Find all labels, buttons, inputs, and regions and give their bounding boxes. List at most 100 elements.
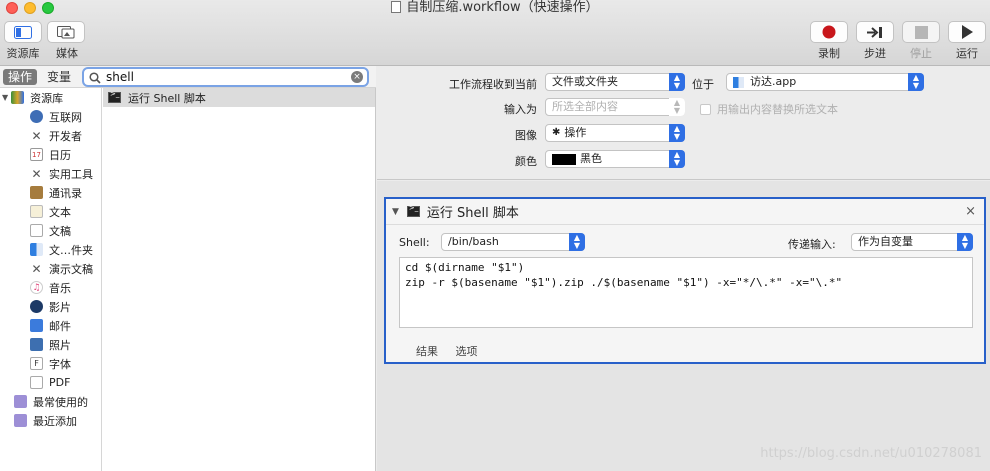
library-item-movies[interactable]: 影片 xyxy=(30,297,71,316)
search-input[interactable]: shell xyxy=(106,70,134,84)
disclosure-triangle-icon[interactable]: ▼ xyxy=(2,93,8,102)
workflow-area: ▼ 运行 Shell 脚本 × Shell: /bin/bash ▲▼ 传递输入:… xyxy=(377,181,990,471)
library-button[interactable] xyxy=(4,21,42,43)
stop-label: 停止 xyxy=(910,47,932,60)
popup-arrows-icon: ▲ ▼ xyxy=(669,124,685,142)
library-item-pdf[interactable]: PDF xyxy=(30,373,70,392)
recently-added-label: 最近添加 xyxy=(33,414,77,428)
popup-arrows-icon: ▲ ▼ xyxy=(669,98,685,116)
collapse-triangle-icon[interactable]: ▼ xyxy=(392,207,399,217)
library-label: 资源库 xyxy=(6,47,40,60)
library-root[interactable]: ▼ 资源库 xyxy=(2,88,63,107)
most-used-item[interactable]: 最常使用的 xyxy=(14,392,88,411)
recently-added-item[interactable]: 最近添加 xyxy=(14,411,77,430)
replace-label: 用输出内容替换所选文本 xyxy=(717,103,838,116)
popup-arrows-icon: ▲ ▼ xyxy=(669,73,685,91)
library-pane: 操作 变量 shell × ▼ 资源库 互联网 ✕ 开发者 17 日历 ✕ 实用工具 … xyxy=(0,66,376,471)
library-item-label: 演示文稿 xyxy=(49,262,93,276)
calendar-icon: 17 xyxy=(30,148,43,161)
record-button[interactable] xyxy=(810,21,848,43)
popup-arrows-icon: ▲ ▼ xyxy=(908,73,924,91)
smart-folder-icon xyxy=(14,414,27,427)
tab-variables[interactable]: 变量 xyxy=(42,69,76,85)
library-item-fonts[interactable]: F 字体 xyxy=(30,354,71,373)
image-value: 操作 xyxy=(564,126,587,139)
close-icon[interactable]: × xyxy=(965,204,976,219)
record-icon xyxy=(822,25,836,39)
clear-search-icon[interactable]: × xyxy=(351,71,363,83)
library-item-photos[interactable]: 照片 xyxy=(30,335,71,354)
text-document-icon xyxy=(30,205,43,218)
image-popup[interactable]: ✱ 操作 ▲ ▼ xyxy=(545,124,685,142)
library-item-documents[interactable]: 文稿 xyxy=(30,221,71,240)
action-list: 运行 Shell 脚本 xyxy=(103,88,375,471)
library-item-presentations[interactable]: ✕ 演示文稿 xyxy=(30,259,93,278)
library-item-calendar[interactable]: 17 日历 xyxy=(30,145,71,164)
library-item-files-folders[interactable]: 文…件夹 xyxy=(30,240,93,259)
library-item-label: 字体 xyxy=(49,357,71,371)
library-item-developer[interactable]: ✕ 开发者 xyxy=(30,126,82,145)
most-used-label: 最常使用的 xyxy=(33,395,88,409)
step-button[interactable] xyxy=(856,21,894,43)
record-label: 录制 xyxy=(818,47,840,60)
music-note-icon: ♫ xyxy=(30,281,43,294)
receives-popup[interactable]: 文件或文件夹 ▲ ▼ xyxy=(545,73,685,91)
results-tab[interactable]: 结果 xyxy=(416,345,438,358)
library-item-label: 文…件夹 xyxy=(49,243,93,257)
gear-icon: ✱ xyxy=(552,127,561,138)
shell-label: Shell: xyxy=(399,236,430,249)
window-toolbar: 自制压缩.workflow（快速操作） 资源库 媒体 录制 步进 停止 运行 xyxy=(0,0,990,66)
color-value: 黑色 xyxy=(580,152,602,165)
library-item-internet[interactable]: 互联网 xyxy=(30,107,82,126)
color-label: 颜色 xyxy=(515,155,537,168)
library-item-label: PDF xyxy=(49,376,71,389)
library-item-label: 文稿 xyxy=(49,224,71,238)
replace-option[interactable]: 用输出内容替换所选文本 xyxy=(700,101,838,117)
search-icon xyxy=(89,72,101,84)
pass-input-label: 传递输入: xyxy=(788,238,836,251)
library-root-label: 资源库 xyxy=(30,91,64,105)
library-item-music[interactable]: ♫ 音乐 xyxy=(30,278,71,297)
action-footer: 结果 选项 xyxy=(416,343,478,359)
in-popup[interactable]: 访达.app ▲ ▼ xyxy=(726,73,924,91)
library-item-mail[interactable]: 邮件 xyxy=(30,316,71,335)
input-value: 所选全部内容 xyxy=(552,100,618,113)
script-editor[interactable]: cd $(dirname "$1") zip -r $(basename "$1"… xyxy=(399,257,973,328)
play-icon xyxy=(961,25,973,39)
library-item-text[interactable]: 文本 xyxy=(30,202,71,221)
run-button[interactable] xyxy=(948,21,986,43)
library-item-label: 影片 xyxy=(49,300,71,314)
mail-icon xyxy=(30,319,43,332)
library-item-contacts[interactable]: 通讯录 xyxy=(30,183,82,202)
options-tab[interactable]: 选项 xyxy=(456,345,478,358)
tools-icon: ✕ xyxy=(31,261,42,276)
library-header: 操作 变量 shell × xyxy=(0,66,376,88)
library-item-utilities[interactable]: ✕ 实用工具 xyxy=(30,164,93,183)
image-label: 图像 xyxy=(515,129,537,142)
font-icon: F xyxy=(30,357,43,370)
library-item-label: 邮件 xyxy=(49,319,71,333)
media-icon xyxy=(57,25,75,38)
run-shell-script-action[interactable]: ▼ 运行 Shell 脚本 × Shell: /bin/bash ▲▼ 传递输入:… xyxy=(384,197,986,364)
smart-folder-icon xyxy=(14,395,27,408)
window-title: 自制压缩.workflow（快速操作） xyxy=(0,0,990,16)
library-tree: ▼ 资源库 互联网 ✕ 开发者 17 日历 ✕ 实用工具 通讯录 文本 文稿 文…件夹… xyxy=(0,88,102,471)
action-title: 运行 Shell 脚本 xyxy=(426,206,519,221)
receives-value: 文件或文件夹 xyxy=(552,75,618,88)
color-popup[interactable]: 黑色 ▲ ▼ xyxy=(545,150,685,168)
library-item-label: 文本 xyxy=(49,205,71,219)
replace-checkbox[interactable] xyxy=(700,103,711,115)
tab-actions[interactable]: 操作 xyxy=(3,69,38,85)
library-item-label: 开发者 xyxy=(49,129,82,143)
search-field[interactable]: shell × xyxy=(82,67,369,87)
input-popup[interactable]: 所选全部内容 ▲ ▼ xyxy=(545,98,685,116)
action-header: ▼ 运行 Shell 脚本 × xyxy=(386,199,984,225)
pass-input-popup[interactable]: 作为自变量 ▲ ▼ xyxy=(851,233,973,251)
shell-popup[interactable]: /bin/bash ▲ ▼ xyxy=(441,233,585,251)
media-button[interactable] xyxy=(47,21,85,43)
pass-input-value: 作为自变量 xyxy=(858,235,913,248)
in-value: 访达.app xyxy=(750,75,797,88)
stop-button[interactable] xyxy=(902,21,940,43)
library-item-label: 音乐 xyxy=(49,281,71,295)
list-item[interactable]: 运行 Shell 脚本 xyxy=(103,88,375,107)
